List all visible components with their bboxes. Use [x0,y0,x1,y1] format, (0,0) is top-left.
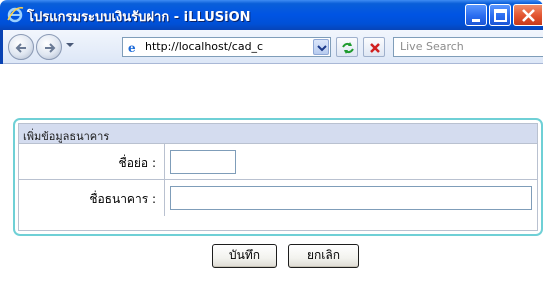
page-ie-icon: e [126,40,141,55]
stop-x-icon [370,43,380,53]
address-dropdown-button[interactable] [313,39,329,55]
close-icon [522,9,535,22]
close-window-button[interactable] [513,4,543,26]
label-cell: ชื่อธนาคาร : [19,180,165,216]
forward-button[interactable] [36,34,62,60]
history-dropdown-arrow-icon[interactable] [66,43,74,47]
maximize-button[interactable] [489,4,511,26]
browser-toolbar: e http://localhost/cad_c Live Search [0,30,543,64]
stop-button[interactable] [363,37,385,57]
back-button[interactable] [8,34,34,60]
search-input[interactable]: Live Search [393,37,543,57]
bank-form-table: เพิ่มข้อมูลธนาคาร ชื่อย่อ : ชื่อธนาคาร : [18,123,538,231]
refresh-icon [342,42,354,54]
address-bar[interactable]: e http://localhost/cad_c [122,37,331,57]
address-url[interactable]: http://localhost/cad_c [145,40,309,53]
minimize-icon [472,19,480,22]
short-name-label: ชื่อย่อ : [118,156,156,170]
svg-text:e: e [128,41,136,55]
form-row-short-name: ชื่อย่อ : [19,144,537,180]
minimize-button[interactable] [465,4,487,26]
form-row-bank-name: ชื่อธนาคาร : [19,180,537,216]
window-titlebar[interactable]: โปรแกรมระบบเงินรับฝาก - iLLUSiON [0,0,543,30]
bank-form-panel: เพิ่มข้อมูลธนาคาร ชื่อย่อ : ชื่อธนาคาร : [13,118,543,236]
page-viewport: เพิ่มข้อมูลธนาคาร ชื่อย่อ : ชื่อธนาคาร :… [0,64,543,298]
back-arrow-icon [15,43,26,53]
refresh-button[interactable] [336,37,358,57]
ie-logo-icon [7,6,24,23]
bank-name-label: ชื่อธนาคาร : [89,192,156,206]
maximize-icon [494,9,507,22]
bank-name-field[interactable] [170,186,532,210]
cancel-button[interactable]: ยกเลิก [288,244,359,268]
window-title: โปรแกรมระบบเงินรับฝาก - iLLUSiON [27,10,251,25]
search-placeholder: Live Search [400,40,464,53]
label-cell: ชื่อย่อ : [19,144,165,179]
forward-arrow-icon [45,43,56,53]
save-button[interactable]: บันทึก [212,244,277,268]
short-name-field[interactable] [170,150,236,174]
form-header: เพิ่มข้อมูลธนาคาร [19,124,537,144]
form-title: เพิ่มข้อมูลธนาคาร [23,130,110,143]
chevron-down-icon [317,45,327,52]
